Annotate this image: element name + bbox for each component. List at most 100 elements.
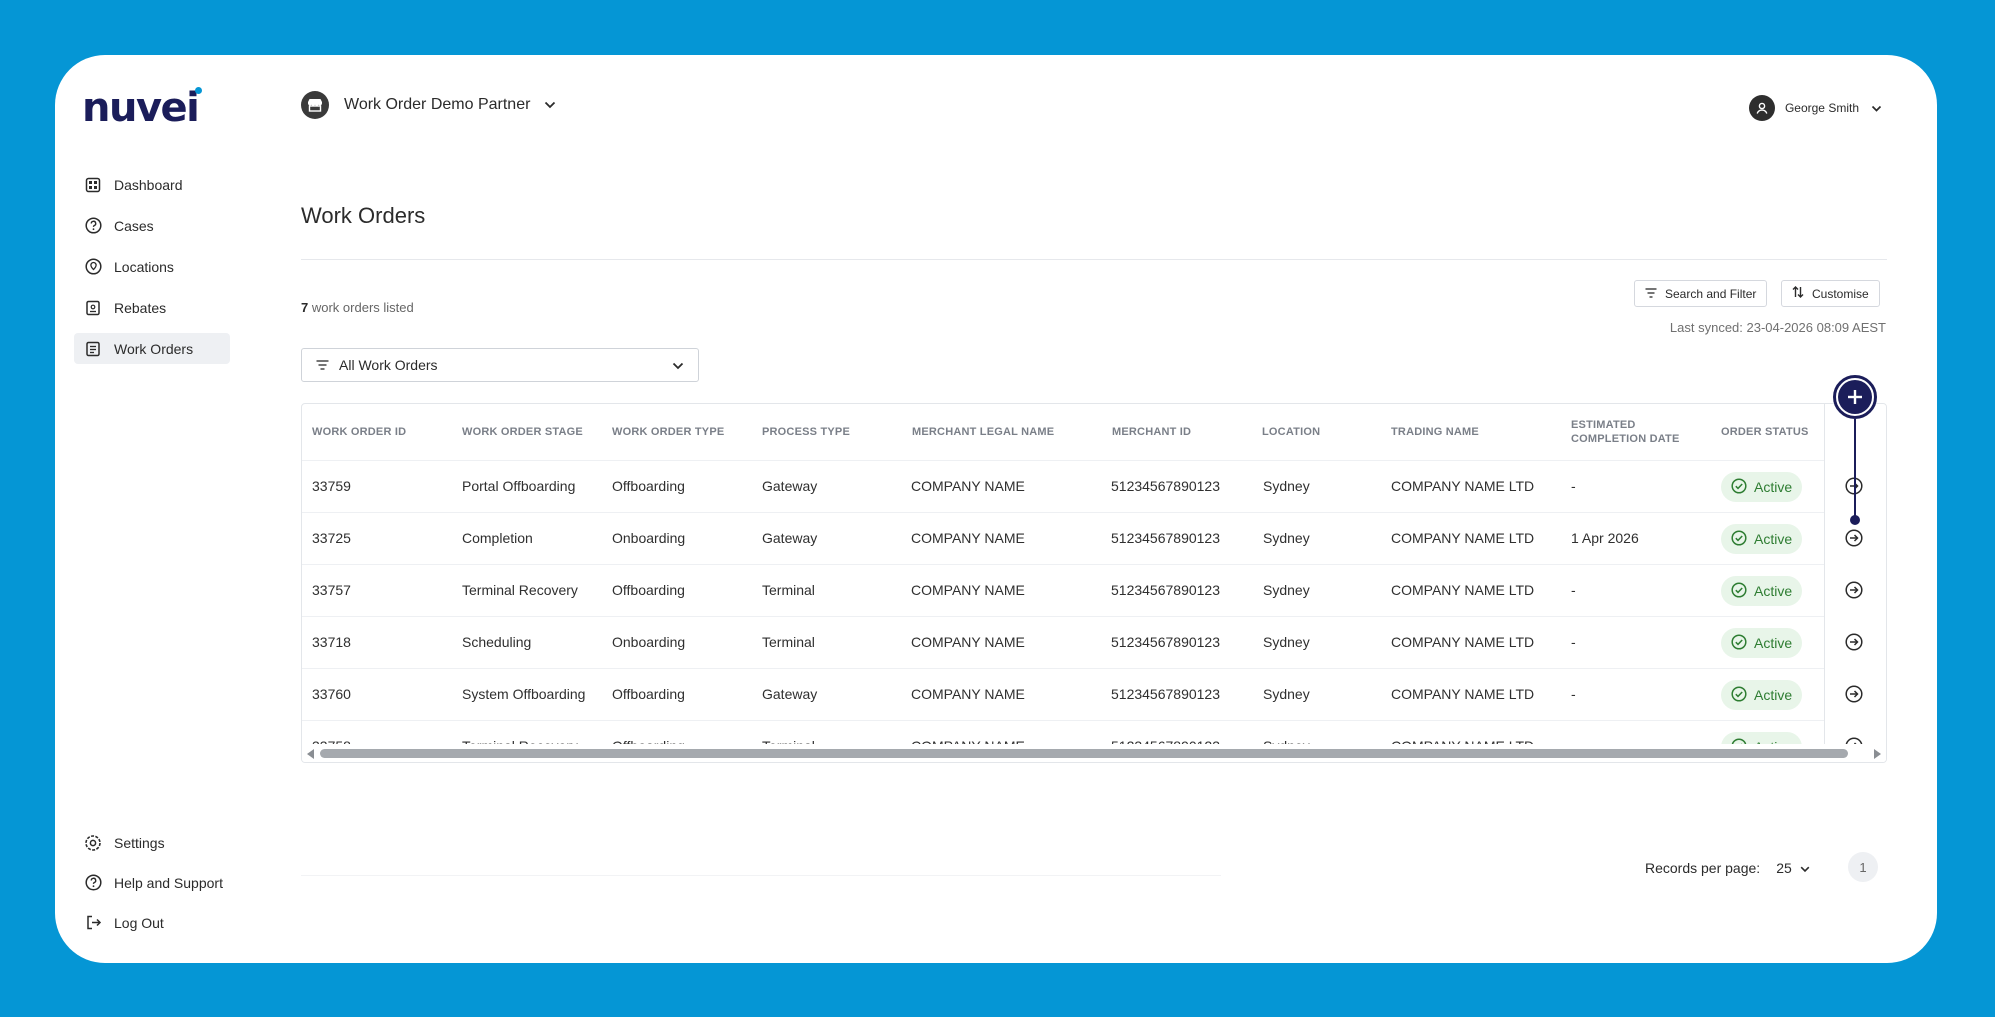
- add-work-order-button[interactable]: [1833, 375, 1877, 419]
- open-row-arrow-icon[interactable]: [1845, 529, 1863, 552]
- cell-id: 33718: [312, 634, 351, 650]
- table-header: WORK ORDER ID WORK ORDER STAGE WORK ORDE…: [302, 404, 1886, 460]
- nuvei-logo[interactable]: nuvei: [82, 85, 203, 131]
- sidebar-item-label: Rebates: [114, 299, 167, 316]
- sidebar-item-rebates[interactable]: Rebates: [74, 292, 230, 323]
- scroll-left-icon[interactable]: [307, 749, 314, 759]
- cell-legal-name: COMPANY NAME: [911, 634, 1025, 650]
- status-label: Active: [1754, 687, 1793, 703]
- cell-trading-name: COMPANY NAME LTD: [1391, 686, 1535, 702]
- user-avatar-icon: [1748, 95, 1775, 121]
- rebate-icon: [84, 299, 102, 317]
- add-connector-dot: [1850, 515, 1860, 525]
- question-circle-icon: [84, 217, 102, 235]
- add-connector-line: [1854, 419, 1856, 519]
- table-row[interactable]: 33725 Completion Onboarding Gateway COMPANY …: [302, 512, 1886, 564]
- records-per-page-label: Records per page:: [1645, 860, 1761, 876]
- customise-label: Customise: [1812, 286, 1869, 301]
- search-filter-button[interactable]: Search and Filter: [1634, 280, 1768, 307]
- column-header-stage[interactable]: WORK ORDER STAGE: [462, 425, 583, 439]
- open-row-arrow-icon[interactable]: [1845, 685, 1863, 708]
- page-title: Work Orders: [301, 203, 426, 228]
- count-number: 7: [301, 300, 309, 315]
- cell-stage: Scheduling: [462, 634, 532, 650]
- cell-location: Sydney: [1263, 634, 1310, 650]
- check-circle-icon: [1731, 685, 1754, 705]
- column-header-process[interactable]: PROCESS TYPE: [762, 425, 850, 439]
- sidebar-item-label: Locations: [114, 258, 174, 275]
- cell-type: Offboarding: [612, 582, 685, 598]
- logout-icon: [84, 914, 102, 932]
- status-badge: Active: [1721, 472, 1803, 502]
- sidebar-item-locations[interactable]: Locations: [74, 251, 230, 282]
- scroll-right-icon[interactable]: [1874, 749, 1881, 759]
- cell-trading-name: COMPANY NAME LTD: [1391, 634, 1535, 650]
- scrollbar-thumb[interactable]: [320, 749, 1848, 758]
- cell-merchant-id: 51234567890123: [1111, 582, 1221, 598]
- sidebar-item-label: Dashboard: [114, 176, 183, 193]
- table-row[interactable]: 33759 Portal Offboarding Offboarding Gatewa…: [302, 460, 1886, 512]
- status-badge: Active: [1721, 524, 1803, 554]
- location-pin-icon: [84, 258, 102, 276]
- work-orders-table: WORK ORDER ID WORK ORDER STAGE WORK ORDE…: [301, 403, 1887, 763]
- sidebar-item-settings[interactable]: Settings: [74, 827, 230, 858]
- check-circle-icon: [1731, 633, 1754, 653]
- sidebar-item-help[interactable]: Help and Support: [74, 867, 230, 898]
- check-circle-icon: [1731, 529, 1754, 549]
- cell-type: Offboarding: [612, 686, 685, 702]
- cell-completion-date: -: [1571, 686, 1576, 702]
- open-row-arrow-icon[interactable]: [1845, 581, 1863, 604]
- chevron-down-icon[interactable]: [1800, 860, 1810, 876]
- records-per-page-select[interactable]: 25: [1776, 860, 1792, 876]
- column-header-legal-name[interactable]: MERCHANT LEGAL NAME: [912, 425, 1054, 439]
- status-label: Active: [1754, 479, 1793, 495]
- column-header-type[interactable]: WORK ORDER TYPE: [612, 425, 724, 439]
- column-header-merchant-id[interactable]: MERCHANT ID: [1112, 425, 1191, 439]
- column-header-id[interactable]: WORK ORDER ID: [312, 425, 406, 439]
- sort-arrows-icon: [1792, 286, 1812, 301]
- logo-text: nuvei: [82, 85, 200, 131]
- count-suffix: work orders listed: [311, 300, 414, 315]
- status-label: Active: [1754, 635, 1793, 651]
- cell-location: Sydney: [1263, 530, 1310, 546]
- horizontal-scrollbar[interactable]: [302, 744, 1886, 762]
- cell-legal-name: COMPANY NAME: [911, 530, 1025, 546]
- open-row-arrow-icon[interactable]: [1845, 633, 1863, 656]
- table-row[interactable]: 33760 System Offboarding Offboarding Gatewa…: [302, 668, 1886, 720]
- sidebar-item-logout[interactable]: Log Out: [74, 907, 230, 938]
- work-order-filter-select[interactable]: All Work Orders: [301, 348, 699, 382]
- column-header-location[interactable]: LOCATION: [1262, 425, 1320, 439]
- column-header-status[interactable]: ORDER STATUS: [1721, 425, 1809, 439]
- sidebar-item-dashboard[interactable]: Dashboard: [74, 169, 230, 200]
- table-row[interactable]: 33718 Scheduling Onboarding Terminal COMPANY…: [302, 616, 1886, 668]
- cell-legal-name: COMPANY NAME: [911, 582, 1025, 598]
- cell-stage: System Offboarding: [462, 686, 586, 702]
- table-row[interactable]: 33757 Terminal Recovery Offboarding Termina…: [302, 564, 1886, 616]
- cell-stage: Terminal Recovery: [462, 582, 578, 598]
- page-number-button[interactable]: 1: [1848, 852, 1878, 882]
- cell-legal-name: COMPANY NAME: [911, 686, 1025, 702]
- sidebar-item-cases[interactable]: Cases: [74, 210, 230, 241]
- user-menu[interactable]: George Smith: [1748, 95, 1882, 121]
- cell-process: Terminal: [762, 582, 815, 598]
- partner-selector[interactable]: Work Order Demo Partner: [301, 91, 556, 119]
- dashboard-icon: [84, 176, 102, 194]
- cell-stage: Portal Offboarding: [462, 478, 576, 494]
- cell-merchant-id: 51234567890123: [1111, 530, 1221, 546]
- cell-id: 33725: [312, 530, 351, 546]
- column-header-completion-date[interactable]: ESTIMATED COMPLETION DATE: [1571, 418, 1680, 446]
- main-card: nuvei Dashboard Cases Locations Rebates …: [55, 55, 1937, 963]
- sidebar-nav: Dashboard Cases Locations Rebates Work O…: [74, 169, 230, 374]
- sidebar-item-label: Cases: [114, 217, 154, 234]
- column-header-trading-name[interactable]: TRADING NAME: [1391, 425, 1479, 439]
- cell-merchant-id: 51234567890123: [1111, 634, 1221, 650]
- customise-button[interactable]: Customise: [1781, 280, 1880, 307]
- cell-legal-name: COMPANY NAME: [911, 478, 1025, 494]
- cell-process: Gateway: [762, 478, 818, 494]
- ghost-divider: [301, 875, 1221, 876]
- gear-icon: [84, 834, 102, 852]
- user-name: George Smith: [1784, 101, 1859, 115]
- sidebar-item-work-orders[interactable]: Work Orders: [74, 333, 230, 364]
- status-label: Active: [1754, 531, 1793, 547]
- status-badge: Active: [1721, 576, 1803, 606]
